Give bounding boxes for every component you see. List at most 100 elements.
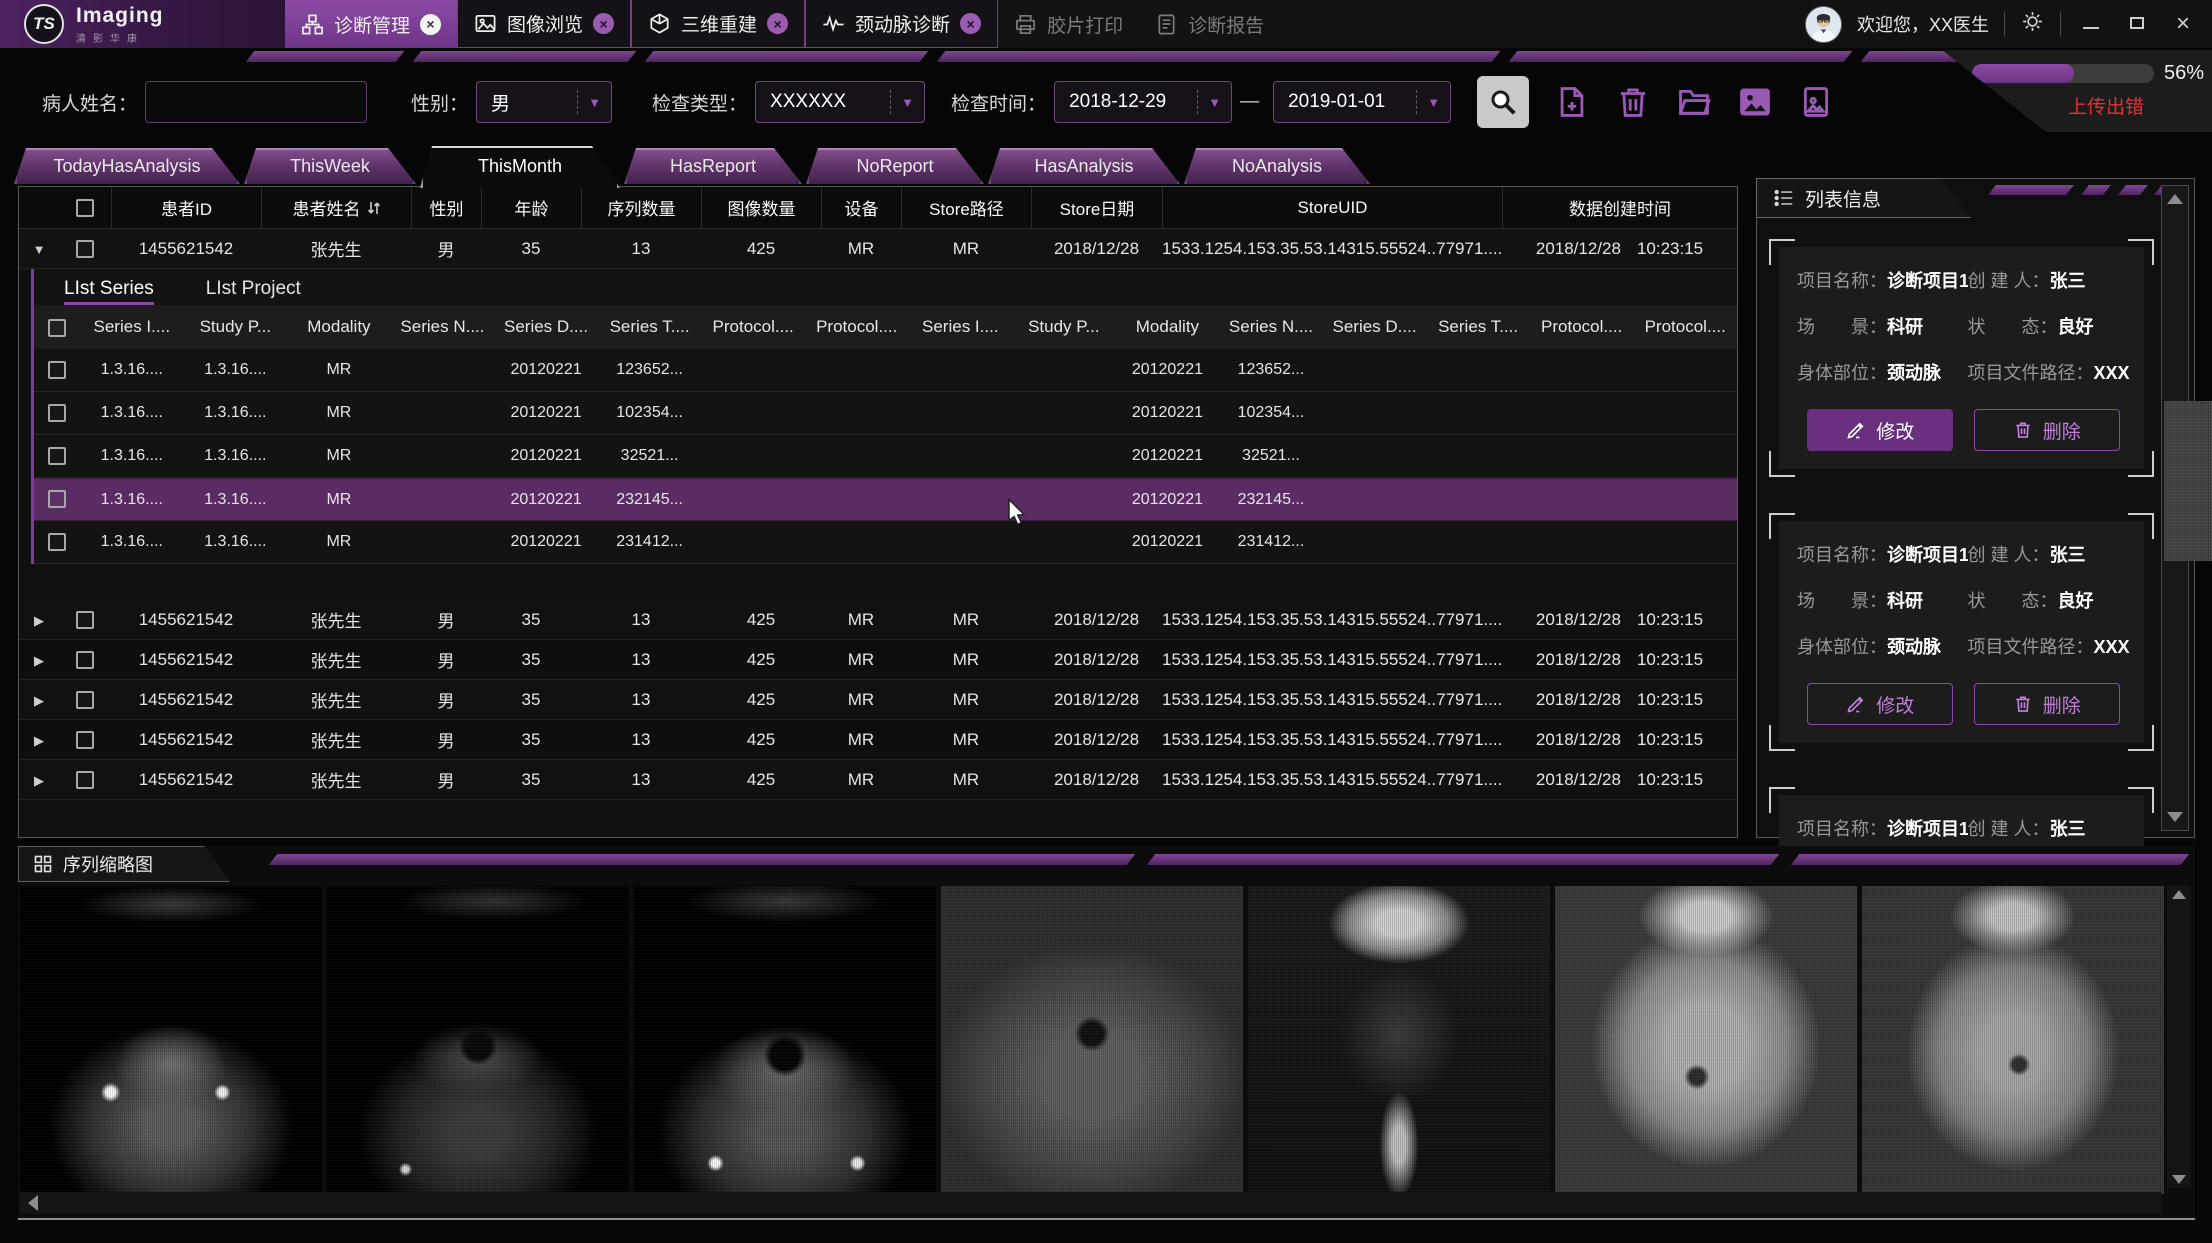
scol[interactable]: Study P...	[184, 317, 288, 337]
series-row-checkbox[interactable]	[48, 533, 66, 551]
tab-no-analysis[interactable]: NoAnalysis	[1184, 148, 1370, 184]
info-panel-scrollbar[interactable]	[2161, 185, 2189, 831]
series-select-all-checkbox[interactable]	[48, 319, 66, 337]
thumbnail-mr-coronal-dark[interactable]	[1248, 886, 1550, 1194]
expand-arrow-icon[interactable]: ▶	[34, 613, 44, 628]
row-checkbox[interactable]	[76, 240, 94, 258]
series-row-selected[interactable]: 1.3.16....1.3.16.... MR 20120221232145..…	[34, 478, 1737, 521]
col-series-count[interactable]: 序列数量	[581, 187, 701, 228]
thumbnail-mr-axial-noisy[interactable]	[941, 886, 1243, 1194]
series-row-checkbox[interactable]	[48, 361, 66, 379]
col-image-count[interactable]: 图像数量	[701, 187, 821, 228]
thumbnail-mr-coronal-light-1[interactable]	[1555, 886, 1857, 1194]
tab-no-report[interactable]: NoReport	[806, 148, 984, 184]
date-from-select[interactable]: 2018-12-29 ▼	[1054, 81, 1232, 123]
scol[interactable]: Series D....	[1323, 317, 1427, 337]
row-checkbox[interactable]	[76, 651, 94, 669]
series-row[interactable]: 1.3.16....1.3.16.... MR 2012022132521...…	[34, 435, 1737, 478]
col-age[interactable]: 年龄	[481, 187, 581, 228]
image-report-button[interactable]	[1793, 79, 1839, 125]
row-checkbox[interactable]	[76, 771, 94, 789]
row-checkbox[interactable]	[76, 731, 94, 749]
patient-row[interactable]: ▶ 1455621542张先生 男35 13425 MRMR 2018/12/2…	[19, 720, 1737, 760]
col-patient-name[interactable]: 患者姓名	[261, 187, 411, 228]
thumbnail-mr-coronal-light-2[interactable]	[1862, 886, 2164, 1194]
tab-has-analysis[interactable]: HasAnalysis	[988, 148, 1180, 184]
maximize-button[interactable]	[2126, 13, 2148, 35]
thumbnails-vscrollbar[interactable]	[2167, 886, 2191, 1188]
close-tab-icon[interactable]: ×	[960, 13, 981, 34]
edit-button[interactable]: 修改	[1807, 409, 1953, 451]
close-tab-icon[interactable]: ×	[420, 14, 441, 35]
row-checkbox[interactable]	[76, 691, 94, 709]
series-row[interactable]: 1.3.16....1.3.16.... MR 20120221231412..…	[34, 521, 1737, 564]
expand-arrow-icon[interactable]: ▶	[34, 773, 44, 788]
settings-gear-icon[interactable]	[2020, 9, 2045, 39]
tab-list-series[interactable]: LIst Series	[64, 278, 154, 305]
thumbnail-mr-axial-3[interactable]	[634, 886, 936, 1194]
scroll-down-icon[interactable]	[2172, 1175, 2186, 1184]
col-device[interactable]: 设备	[821, 187, 901, 228]
col-created-time[interactable]: 数据创建时间	[1502, 187, 1737, 228]
scol[interactable]: Series N....	[1219, 317, 1323, 337]
close-tab-icon[interactable]: ×	[767, 13, 788, 34]
select-all-checkbox[interactable]	[76, 199, 94, 217]
tab-today-has-analysis[interactable]: TodayHasAnalysis	[14, 148, 240, 184]
col-store-date[interactable]: Store日期	[1031, 187, 1162, 228]
scol[interactable]: Protocol....	[1530, 317, 1634, 337]
expand-arrow-icon[interactable]: ▶	[34, 693, 44, 708]
series-row[interactable]: 1.3.16....1.3.16.... MR 20120221123652..…	[34, 349, 1737, 392]
chevron-down-icon[interactable]: ▼	[890, 90, 924, 114]
chevron-down-icon[interactable]: ▼	[577, 90, 611, 114]
scol[interactable]: Series I....	[80, 317, 184, 337]
scol[interactable]: Protocol....	[805, 317, 909, 337]
nav-tab-carotid-diagnosis[interactable]: 颈动脉诊断 ×	[805, 0, 998, 48]
close-tab-icon[interactable]: ×	[593, 13, 614, 34]
nav-tab-diagnosis-manage[interactable]: 诊断管理 ×	[285, 0, 457, 48]
patient-name-input[interactable]	[145, 81, 367, 123]
tab-this-month[interactable]: ThisMonth	[420, 146, 620, 188]
chevron-down-icon[interactable]: ▼	[1416, 90, 1450, 114]
scol[interactable]: Protocol....	[701, 317, 805, 337]
expand-arrow-icon[interactable]: ▶	[34, 733, 44, 748]
tab-has-report[interactable]: HasReport	[624, 148, 802, 184]
col-gender[interactable]: 性别	[411, 187, 481, 228]
scol[interactable]: Modality	[287, 317, 391, 337]
minimize-button[interactable]	[2080, 13, 2102, 35]
patient-row[interactable]: ▶ 1455621542张先生 男35 13425 MRMR 2018/12/2…	[19, 680, 1737, 720]
image-view-button[interactable]	[1732, 79, 1778, 125]
scroll-down-icon[interactable]	[2167, 812, 2183, 822]
scol[interactable]: Series I....	[909, 317, 1013, 337]
scol[interactable]: Protocol....	[1633, 317, 1737, 337]
tab-this-week[interactable]: ThisWeek	[244, 148, 416, 184]
scol[interactable]: Modality	[1116, 317, 1220, 337]
edit-button[interactable]: 修改	[1807, 683, 1953, 725]
delete-record-button[interactable]	[1610, 79, 1656, 125]
collapse-arrow-icon[interactable]: ▼	[33, 242, 46, 257]
patient-row[interactable]: ▶ 1455621542张先生 男35 13425 MRMR 2018/12/2…	[19, 760, 1737, 800]
series-row-checkbox[interactable]	[48, 490, 66, 508]
col-store-uid[interactable]: StoreUID	[1162, 187, 1502, 228]
nav-tab-3d-reconstruct[interactable]: 三维重建 ×	[631, 0, 805, 48]
close-window-button[interactable]: ×	[2172, 10, 2194, 38]
new-record-button[interactable]	[1549, 79, 1595, 125]
col-patient-id[interactable]: 患者ID	[111, 187, 261, 228]
search-button[interactable]	[1477, 76, 1529, 128]
scroll-up-icon[interactable]	[2172, 890, 2186, 899]
scol[interactable]: Series T....	[598, 317, 702, 337]
nav-tab-image-browse[interactable]: 图像浏览 ×	[457, 0, 631, 48]
scrollbar-thumb[interactable]	[2164, 401, 2212, 561]
row-checkbox[interactable]	[76, 611, 94, 629]
gender-select[interactable]: 男 ▼	[476, 81, 612, 123]
series-row-checkbox[interactable]	[48, 404, 66, 422]
scol[interactable]: Series T....	[1426, 317, 1530, 337]
tab-list-project[interactable]: LIst Project	[206, 278, 301, 305]
thumbnail-mr-axial-2[interactable]	[327, 886, 629, 1194]
date-to-select[interactable]: 2019-01-01 ▼	[1273, 81, 1451, 123]
exam-type-select[interactable]: XXXXXX ▼	[755, 81, 925, 123]
thumbnail-mr-axial-1[interactable]	[20, 886, 322, 1194]
patient-row[interactable]: ▶ 1455621542张先生 男35 13425 MRMR 2018/12/2…	[19, 600, 1737, 640]
thumbnails-hscrollbar[interactable]	[20, 1192, 2161, 1214]
patient-row[interactable]: ▶ 1455621542张先生 男35 13425 MRMR 2018/12/2…	[19, 640, 1737, 680]
open-folder-button[interactable]	[1671, 79, 1717, 125]
